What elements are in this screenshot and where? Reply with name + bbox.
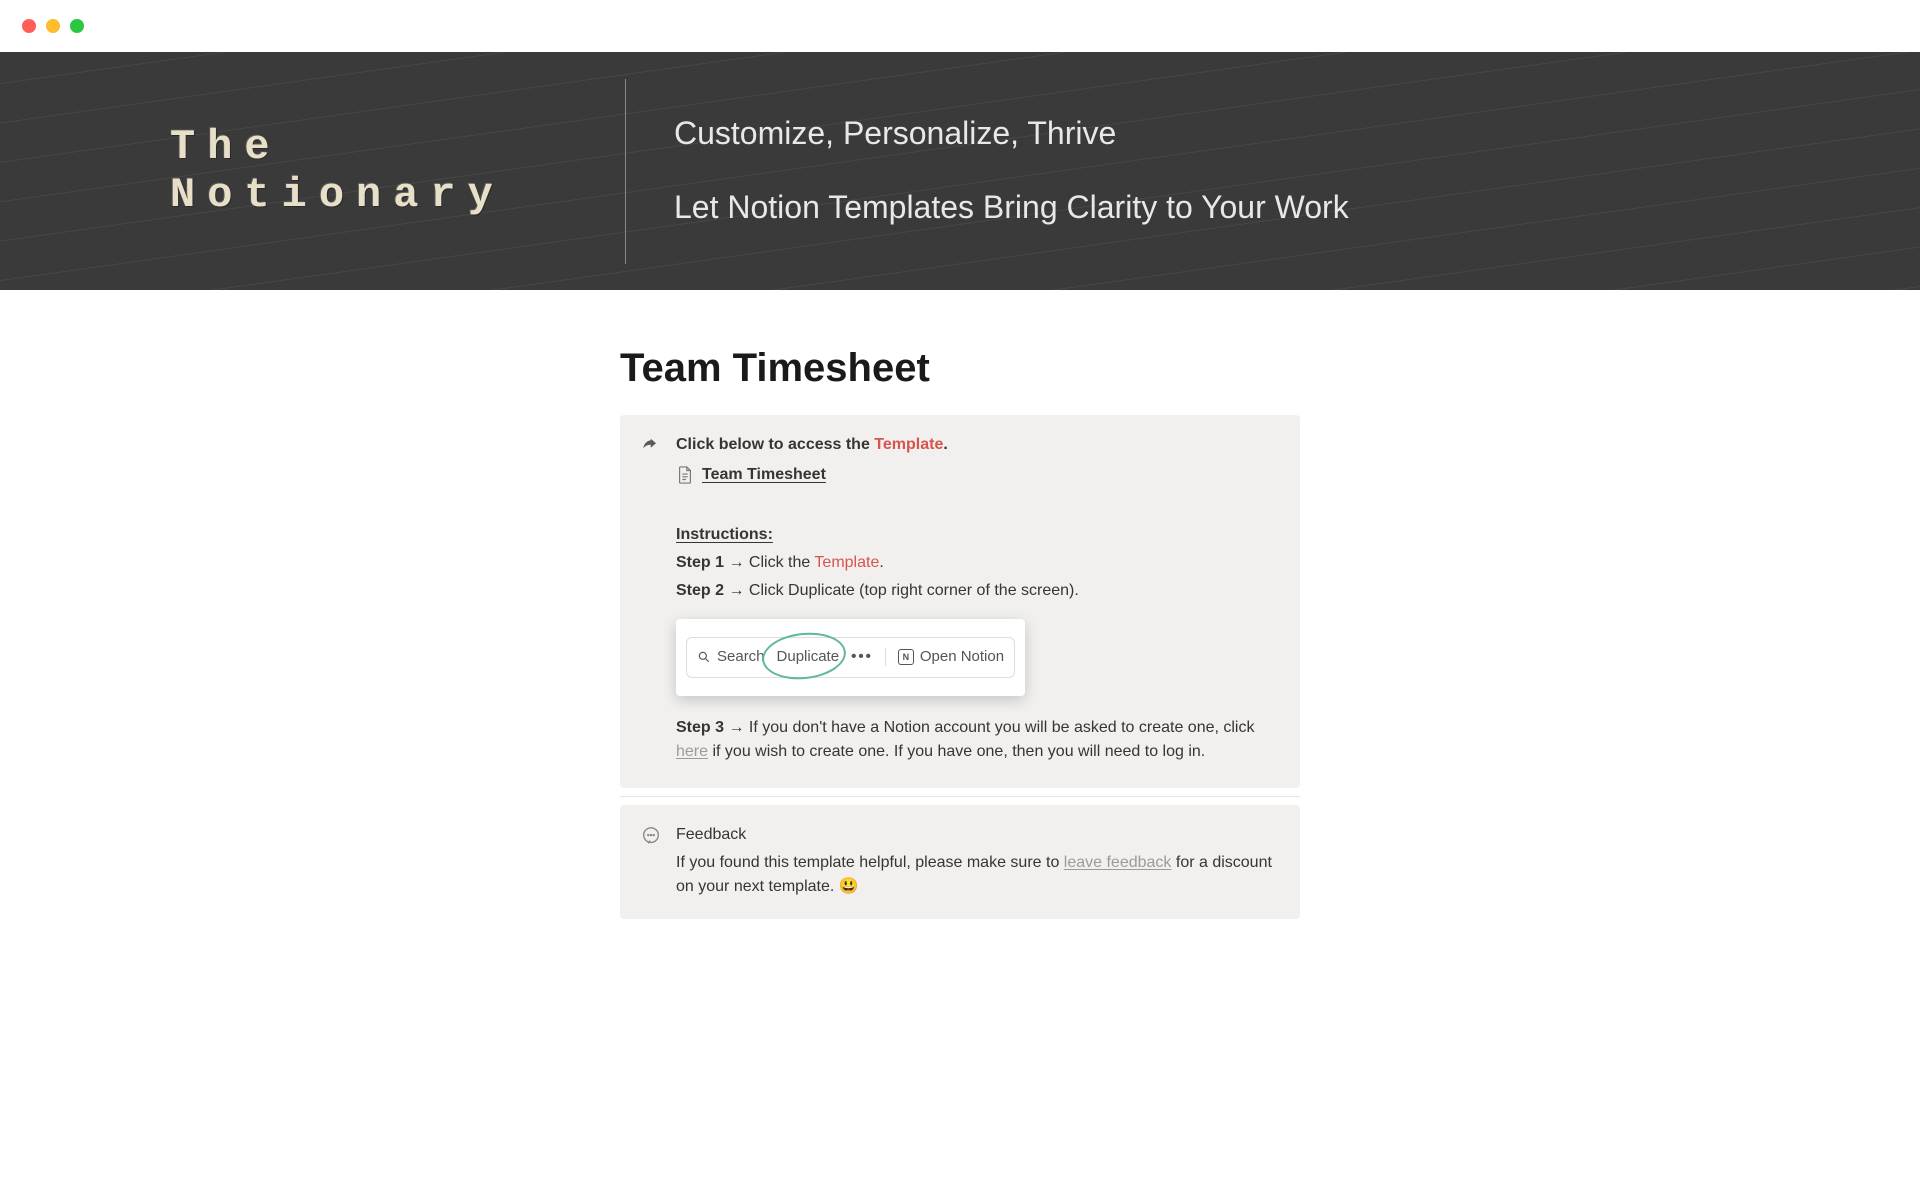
arrow-icon: → — [728, 582, 744, 599]
toolbar-duplicate-label: Duplicate — [777, 646, 840, 669]
toolbar-search-label: Search — [717, 646, 765, 669]
window-close-button[interactable] — [22, 19, 36, 33]
template-page-link[interactable]: Team Timesheet — [676, 463, 826, 487]
page-title: Team Timesheet — [620, 346, 1300, 391]
instructions-callout: Click below to access the Template. Team… — [620, 415, 1300, 788]
page-content: Team Timesheet Click below to access the… — [620, 290, 1300, 967]
leave-feedback-link[interactable]: leave feedback — [1064, 854, 1172, 871]
step-2-label: Step 2 — [676, 582, 724, 599]
hero-divider — [625, 79, 626, 264]
feedback-prefix: If you found this template helpful, plea… — [676, 854, 1064, 871]
feedback-callout: Feedback If you found this template help… — [620, 805, 1300, 919]
arrow-icon: → — [728, 554, 744, 571]
create-account-link[interactable]: here — [676, 743, 708, 760]
template-link-label: Team Timesheet — [702, 463, 826, 487]
step-2-text: Click Duplicate (top right corner of the… — [744, 582, 1078, 599]
hero-tagline: Customize, Personalize, Thrive Let Notio… — [674, 113, 1750, 228]
toolbar-screenshot: Search Duplicate ••• N Open Notion — [676, 619, 1025, 696]
window-minimize-button[interactable] — [46, 19, 60, 33]
window-chrome — [0, 0, 1920, 52]
step-1-suffix: . — [879, 554, 883, 571]
speech-bubble-icon — [640, 823, 662, 899]
hero-tagline-2: Let Notion Templates Bring Clarity to Yo… — [674, 187, 1750, 229]
step-1-prefix: Click the — [744, 554, 814, 571]
callout-heading: Click below to access the Template. — [676, 433, 1280, 457]
template-word: Template — [874, 436, 943, 453]
search-icon — [697, 650, 711, 664]
step-1-label: Step 1 — [676, 554, 724, 571]
step-1-template-word: Template — [814, 554, 879, 571]
feedback-text: If you found this template helpful, plea… — [676, 851, 1280, 899]
divider — [620, 796, 1300, 797]
instructions-label: Instructions: — [676, 523, 1280, 547]
ellipsis-icon: ••• — [851, 646, 873, 669]
toolbar-duplicate: Duplicate — [777, 646, 840, 669]
share-arrow-icon — [640, 433, 662, 768]
toolbar-separator — [885, 648, 886, 666]
step-2: Step 2 → Click Duplicate (top right corn… — [676, 579, 1280, 603]
brand-name: The Notionary — [170, 123, 625, 219]
hero-banner: The Notionary Customize, Personalize, Th… — [0, 52, 1920, 290]
step-3: Step 3 → If you don't have a Notion acco… — [676, 716, 1280, 764]
step-1: Step 1 → Click the Template. — [676, 551, 1280, 575]
arrow-icon: → — [728, 719, 744, 736]
callout-prefix: Click below to access the — [676, 436, 874, 453]
step-3-prefix: If you don't have a Notion account you w… — [744, 719, 1254, 736]
feedback-title: Feedback — [676, 823, 1280, 847]
page-icon — [676, 466, 694, 484]
window-maximize-button[interactable] — [70, 19, 84, 33]
notion-logo-icon: N — [898, 649, 914, 665]
toolbar-open-notion-label: Open Notion — [920, 646, 1004, 669]
step-3-label: Step 3 — [676, 719, 724, 736]
toolbar-search: Search — [697, 646, 765, 669]
callout-suffix: . — [943, 436, 947, 453]
step-3-suffix: if you wish to create one. If you have o… — [708, 743, 1205, 760]
toolbar-open-notion: N Open Notion — [898, 646, 1004, 669]
hero-tagline-1: Customize, Personalize, Thrive — [674, 113, 1750, 155]
smile-emoji: 😃 — [839, 878, 859, 895]
